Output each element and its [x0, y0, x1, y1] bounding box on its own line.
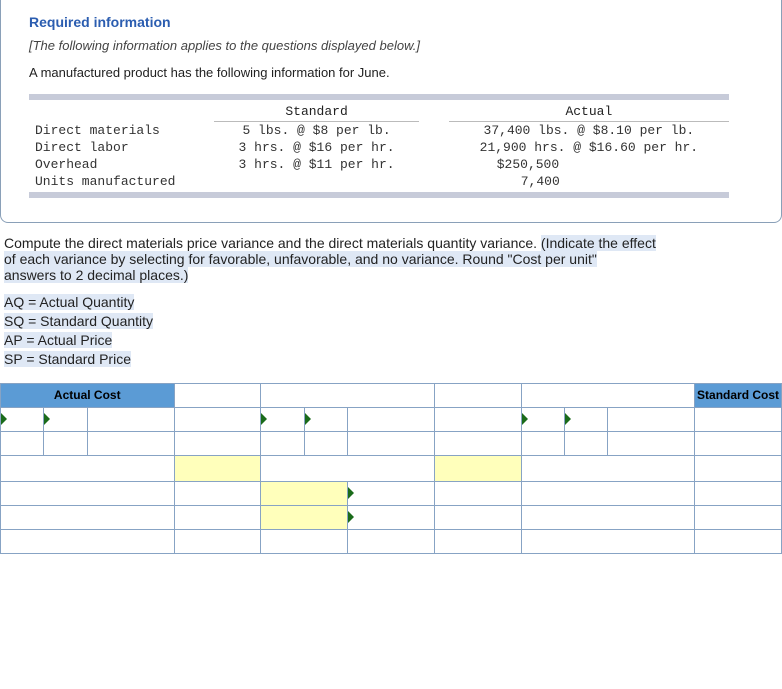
variance-amount-cell[interactable]	[261, 505, 348, 529]
variance-label-cell[interactable]	[174, 455, 261, 481]
input-cell[interactable]	[521, 407, 564, 431]
col-standard: Standard	[214, 102, 418, 122]
input-cell[interactable]	[304, 407, 347, 431]
table-row: Units manufactured 7,400	[29, 173, 729, 190]
col-actual: Actual	[449, 102, 729, 122]
legend-aq: AQ = Actual Quantity	[4, 294, 134, 310]
table-row: Direct labor 3 hrs. @ $16 per hr. 21,900…	[29, 139, 729, 156]
info-panel: Required information [The following info…	[0, 0, 782, 223]
legend-sq: SQ = Standard Quantity	[4, 313, 153, 329]
standard-cost-header: Standard Cost	[695, 383, 782, 407]
subtitle: [The following information applies to th…	[29, 38, 753, 53]
input-cell[interactable]	[521, 431, 564, 455]
variance-amount-cell[interactable]	[261, 481, 348, 505]
input-cell[interactable]	[304, 431, 347, 455]
input-cell[interactable]	[1, 407, 44, 431]
input-cell[interactable]	[348, 505, 435, 529]
question-text: Compute the direct materials price varia…	[0, 235, 782, 283]
data-table-wrap: Standard Actual Direct materials 5 lbs. …	[29, 94, 729, 198]
input-cell[interactable]	[44, 407, 87, 431]
input-cell[interactable]	[44, 431, 87, 455]
variance-table: Actual Cost Standard Cost	[0, 383, 782, 554]
input-cell[interactable]	[564, 407, 607, 431]
intro-text: A manufactured product has the following…	[29, 65, 753, 80]
legend-sp: SP = Standard Price	[4, 351, 131, 367]
variance-label-cell[interactable]	[434, 455, 521, 481]
input-cell[interactable]	[261, 431, 304, 455]
required-heading: Required information	[29, 14, 753, 30]
legend-ap: AP = Actual Price	[4, 332, 112, 348]
actual-cost-header: Actual Cost	[1, 383, 175, 407]
legend: AQ = Actual Quantity SQ = Standard Quant…	[0, 293, 782, 369]
data-table: Standard Actual Direct materials 5 lbs. …	[29, 102, 729, 190]
table-row: Overhead 3 hrs. @ $11 per hr. $250,500	[29, 156, 729, 173]
table-row: Direct materials 5 lbs. @ $8 per lb. 37,…	[29, 122, 729, 140]
input-cell[interactable]	[564, 431, 607, 455]
input-cell[interactable]	[1, 431, 44, 455]
input-cell[interactable]	[261, 407, 304, 431]
input-cell[interactable]	[348, 481, 435, 505]
